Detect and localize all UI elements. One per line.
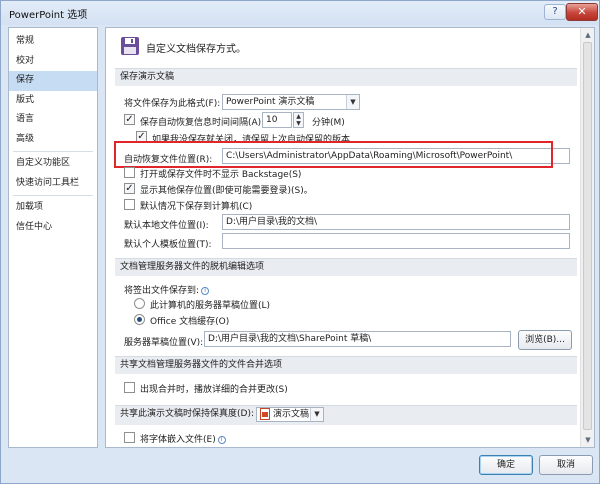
- section-offline-editing: 文档管理服务器文件的脱机编辑选项: [115, 258, 577, 276]
- save-to-computer-label: 默认情况下保存到计算机(C): [140, 202, 253, 212]
- scroll-down-icon[interactable]: ▼: [583, 435, 593, 445]
- autorecover-minutes-input[interactable]: 10: [262, 112, 292, 128]
- vertical-scrollbar[interactable]: ▲ ▼: [580, 28, 594, 447]
- default-template-location-label: 默认个人模板位置(T):: [124, 240, 212, 250]
- highlight-annotation: [114, 141, 553, 168]
- sidebar-item-save[interactable]: 保存: [9, 71, 97, 91]
- help-button[interactable]: ?: [544, 4, 566, 20]
- spin-down-icon[interactable]: ▼: [294, 120, 303, 127]
- cancel-button[interactable]: 取消: [539, 455, 593, 475]
- info-icon: i: [217, 435, 226, 444]
- radio-server-drafts-label: 此计算机的服务器草稿位置(L): [150, 301, 271, 311]
- default-local-location-label: 默认本地文件位置(I):: [124, 221, 209, 231]
- embed-fonts-label: 将字体嵌入文件(E) i: [140, 432, 226, 445]
- section-save-presentations: 保存演示文稿: [115, 68, 577, 86]
- powerpoint-file-icon: [260, 408, 270, 420]
- drafts-location-input[interactable]: D:\用户目录\我的文档\SharePoint 草稿\: [204, 331, 511, 347]
- sidebar-item-customize-ribbon[interactable]: 自定义功能区: [9, 154, 97, 174]
- ok-button[interactable]: 确定: [479, 455, 533, 475]
- page-description: 自定义文档保存方式。: [146, 44, 246, 55]
- save-to-computer-checkbox[interactable]: [124, 199, 135, 210]
- sidebar-divider: [13, 195, 93, 196]
- save-icon: [121, 37, 139, 55]
- section-preserve-fidelity: 共享此演示文稿时保持保真度(D):: [115, 405, 577, 425]
- close-button[interactable]: ✕: [566, 3, 598, 21]
- default-template-location-input[interactable]: [222, 233, 570, 249]
- preserve-fidelity-label: 共享此演示文稿时保持保真度(D):: [120, 409, 254, 419]
- embed-fonts-checkbox[interactable]: [124, 432, 135, 443]
- sidebar-item-trust-center[interactable]: 信任中心: [9, 218, 97, 238]
- default-local-location-input[interactable]: D:\用户目录\我的文档\: [222, 214, 570, 230]
- sidebar-item-language[interactable]: 语言: [9, 110, 97, 130]
- title-bar: PowerPoint 选项 ? ✕: [1, 1, 599, 25]
- sidebar-item-layout[interactable]: 版式: [9, 91, 97, 111]
- browse-button[interactable]: 浏览(B)...: [518, 330, 572, 350]
- sidebar-item-quick-access-toolbar[interactable]: 快速访问工具栏: [9, 174, 97, 194]
- scrollbar-thumb[interactable]: [583, 42, 592, 430]
- options-content: 自定义文档保存方式。 保存演示文稿 将文件保存为此格式(F): PowerPoi…: [105, 27, 595, 448]
- autorecover-checkbox[interactable]: ✓: [124, 114, 135, 125]
- save-format-value: PowerPoint 演示文稿: [226, 97, 315, 107]
- sidebar-divider: [13, 151, 93, 152]
- save-format-label: 将文件保存为此格式(F):: [124, 99, 221, 109]
- show-additional-locations-label: 显示其他保存位置(即使可能需要登录)(S)。: [140, 186, 313, 196]
- radio-office-cache-label: Office 文档缓存(O): [150, 317, 230, 327]
- minutes-label: 分钟(M): [312, 118, 345, 128]
- show-additional-locations-checkbox[interactable]: ✓: [124, 183, 135, 194]
- save-checked-out-label: 将签出文件保存到: i: [124, 283, 210, 296]
- options-sidebar: 常规 校对 保存 版式 语言 高级 自定义功能区 快速访问工具栏 加载项 信任中…: [8, 27, 98, 448]
- show-merge-changes-label: 出现合并时，播放详细的合并更改(S): [140, 385, 288, 395]
- section-merge-options: 共享文档管理服务器文件的文件合并选项: [115, 356, 577, 374]
- sidebar-item-advanced[interactable]: 高级: [9, 130, 97, 150]
- sidebar-item-proofing[interactable]: 校对: [9, 52, 97, 72]
- drafts-location-label: 服务器草稿位置(V):: [124, 338, 204, 348]
- scroll-up-icon[interactable]: ▲: [583, 30, 593, 40]
- info-icon: i: [201, 286, 210, 295]
- no-backstage-label: 打开或保存文件时不显示 Backstage(S): [140, 170, 302, 180]
- powerpoint-options-dialog: PowerPoint 选项 ? ✕ 常规 校对 保存 版式 语言 高级 自定义功…: [0, 0, 600, 484]
- autorecover-label: 保存自动恢复信息时间间隔(A): [140, 118, 262, 128]
- chevron-down-icon: ▼: [346, 95, 359, 109]
- radio-server-drafts[interactable]: [134, 298, 145, 309]
- chevron-down-icon: ▼: [310, 408, 323, 421]
- fidelity-document-select[interactable]: 演示文稿1 ▼: [256, 407, 324, 422]
- radio-office-cache[interactable]: [134, 314, 145, 325]
- save-format-select[interactable]: PowerPoint 演示文稿 ▼: [222, 94, 360, 110]
- sidebar-item-general[interactable]: 常规: [9, 32, 97, 52]
- fidelity-document-value: 演示文稿1: [273, 409, 315, 420]
- no-backstage-checkbox[interactable]: [124, 167, 135, 178]
- minutes-spinner[interactable]: ▲ ▼: [293, 112, 304, 128]
- save-checked-out-text: 将签出文件保存到:: [124, 286, 200, 296]
- embed-fonts-text: 将字体嵌入文件(E): [140, 435, 216, 445]
- spin-up-icon[interactable]: ▲: [294, 113, 303, 120]
- show-merge-changes-checkbox[interactable]: [124, 382, 135, 393]
- sidebar-item-add-ins[interactable]: 加载项: [9, 198, 97, 218]
- window-title: PowerPoint 选项: [9, 10, 88, 21]
